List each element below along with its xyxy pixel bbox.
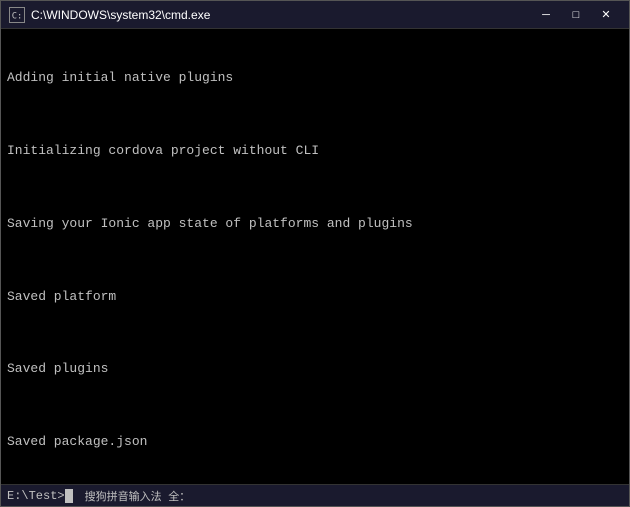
current-path: E:\Test> bbox=[7, 489, 65, 503]
line-3: Saving your Ionic app state of platforms… bbox=[7, 215, 623, 233]
cmd-icon: C: bbox=[9, 7, 25, 23]
window-title: C:\WINDOWS\system32\cmd.exe bbox=[31, 8, 210, 22]
minimize-button[interactable]: ─ bbox=[531, 4, 561, 26]
ime-text: 搜狗拼音输入法 全： bbox=[85, 488, 191, 504]
console-output: Adding initial native plugins Initializi… bbox=[7, 33, 623, 484]
close-button[interactable]: ✕ bbox=[591, 4, 621, 26]
title-bar: C: C:\WINDOWS\system32\cmd.exe ─ □ ✕ bbox=[1, 1, 629, 29]
console-body[interactable]: Adding initial native plugins Initializi… bbox=[1, 29, 629, 484]
line-2: Initializing cordova project without CLI bbox=[7, 142, 623, 160]
title-bar-left: C: C:\WINDOWS\system32\cmd.exe bbox=[9, 7, 210, 23]
cursor-blink bbox=[65, 489, 73, 503]
line-5: Saved plugins bbox=[7, 360, 623, 378]
line-1: Adding initial native plugins bbox=[7, 69, 623, 87]
svg-text:C:: C: bbox=[12, 11, 23, 21]
maximize-button[interactable]: □ bbox=[561, 4, 591, 26]
status-bar: E:\Test> 搜狗拼音输入法 全： bbox=[1, 484, 629, 506]
window-controls: ─ □ ✕ bbox=[531, 4, 621, 26]
window-frame: C: C:\WINDOWS\system32\cmd.exe ─ □ ✕ Add… bbox=[0, 0, 630, 507]
line-6: Saved package.json bbox=[7, 433, 623, 451]
line-4: Saved platform bbox=[7, 288, 623, 306]
